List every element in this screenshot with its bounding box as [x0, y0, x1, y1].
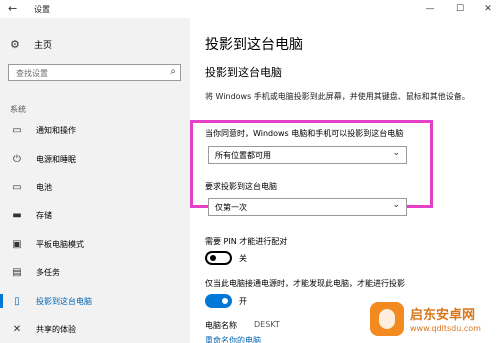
- ask-to-project-label: 要求投影到这台电脑: [205, 182, 277, 191]
- power-label: 仅当此电脑接通电源时，才能发现此电脑，才能进行投影: [205, 279, 405, 288]
- projecting-icon: ▯: [14, 295, 20, 307]
- ask-to-project-dropdown[interactable]: 仅第一次 ⌄: [208, 198, 407, 216]
- power-toggle-state: 开: [239, 297, 247, 306]
- sidebar-item-label: 电源和睡眠: [36, 154, 76, 164]
- chevron-down-icon: ⌄: [392, 148, 400, 158]
- maximize-button[interactable]: ☐: [450, 2, 470, 16]
- pin-toggle[interactable]: [205, 251, 232, 265]
- search-placeholder: 查找设置: [16, 69, 48, 78]
- minimize-button[interactable]: —: [420, 2, 440, 16]
- shared-experience-icon: ✕: [12, 323, 22, 335]
- sidebar-item-projecting[interactable]: ▯ 投影到这台电脑: [0, 292, 190, 310]
- pin-label: 需要 PIN 才能进行配对: [205, 237, 288, 246]
- sidebar-item-label: 电池: [36, 182, 52, 192]
- battery-icon: ▭: [12, 181, 22, 193]
- sidebar-item-notifications[interactable]: ▭ 通知和操作: [0, 121, 190, 139]
- sidebar-item-shared-experience[interactable]: ✕ 共享的体验: [0, 320, 190, 338]
- window-title: 设置: [34, 5, 50, 14]
- sidebar-item-label: 多任务: [36, 267, 60, 277]
- pin-toggle-state: 关: [239, 254, 247, 263]
- sidebar-item-tablet-mode[interactable]: ▣ 平板电脑模式: [0, 235, 190, 253]
- page-title: 投影到这台电脑: [205, 37, 303, 53]
- sidebar-item-label: 投影到这台电脑: [36, 296, 92, 306]
- section-title: 投影到这台电脑: [205, 66, 282, 79]
- sidebar-item-label: 通知和操作: [36, 125, 76, 135]
- power-icon: ⏻: [13, 153, 21, 165]
- active-indicator: [0, 294, 3, 308]
- back-arrow-icon[interactable]: ←: [8, 2, 17, 15]
- sidebar-item-label: 平板电脑模式: [36, 239, 84, 249]
- main-content: 投影到这台电脑 投影到这台电脑 将 Windows 手机或电脑投影到此屏幕，并使…: [190, 18, 500, 343]
- description-text: 将 Windows 手机或电脑投影到此屏幕，并使用其键盘、鼠标和其他设备。: [205, 92, 470, 101]
- sidebar-item-label: 存储: [36, 210, 52, 220]
- availability-value: 所有位置都可用: [215, 151, 271, 160]
- sidebar: ⚙ 主页 查找设置 ⌕ 系统 ▭ 通知和操作 ⏻ 电源和睡眠 ▭ 电池 ▬ 存储…: [0, 18, 190, 343]
- watermark: 启东安卓网 www.qdltsdu.com: [370, 300, 496, 340]
- home-label: 主页: [34, 40, 53, 51]
- toggle-knob: [210, 255, 216, 261]
- pc-name-value: DESKT: [254, 320, 280, 329]
- toggle-knob: [222, 298, 228, 304]
- multitasking-icon: ▤: [12, 266, 22, 278]
- sidebar-item-storage[interactable]: ▬ 存储: [0, 206, 190, 224]
- rename-pc-link[interactable]: 重命名你的电脑: [205, 335, 261, 343]
- title-bar: ← 设置 — ☐ ✕: [0, 0, 500, 18]
- availability-label: 当你同意时，Windows 电脑和手机可以投影到这台电脑: [205, 129, 404, 138]
- ask-to-project-value: 仅第一次: [215, 203, 247, 212]
- watermark-logo-icon: [370, 302, 404, 336]
- chevron-down-icon: ⌄: [392, 200, 400, 210]
- availability-dropdown[interactable]: 所有位置都可用 ⌄: [208, 146, 407, 164]
- gear-icon: ⚙: [10, 37, 20, 51]
- sidebar-item-label: 共享的体验: [36, 324, 76, 334]
- tablet-mode-icon: ▣: [12, 238, 22, 250]
- notification-icon: ▭: [12, 124, 22, 136]
- power-toggle[interactable]: [205, 294, 232, 308]
- watermark-url: www.qdltsdu.com: [410, 324, 481, 333]
- storage-icon: ▬: [12, 209, 22, 221]
- search-icon[interactable]: ⌕: [170, 66, 176, 77]
- search-input[interactable]: 查找设置 ⌕: [8, 64, 181, 81]
- pc-name-label: 电脑名称: [205, 321, 237, 330]
- section-label-system: 系统: [10, 105, 26, 114]
- close-button[interactable]: ✕: [478, 2, 498, 16]
- home-nav-item[interactable]: ⚙ 主页: [10, 35, 52, 53]
- sidebar-item-battery[interactable]: ▭ 电池: [0, 178, 190, 196]
- sidebar-item-power-sleep[interactable]: ⏻ 电源和睡眠: [0, 150, 190, 168]
- sidebar-item-multitasking[interactable]: ▤ 多任务: [0, 263, 190, 281]
- watermark-title: 启东安卓网: [410, 308, 476, 323]
